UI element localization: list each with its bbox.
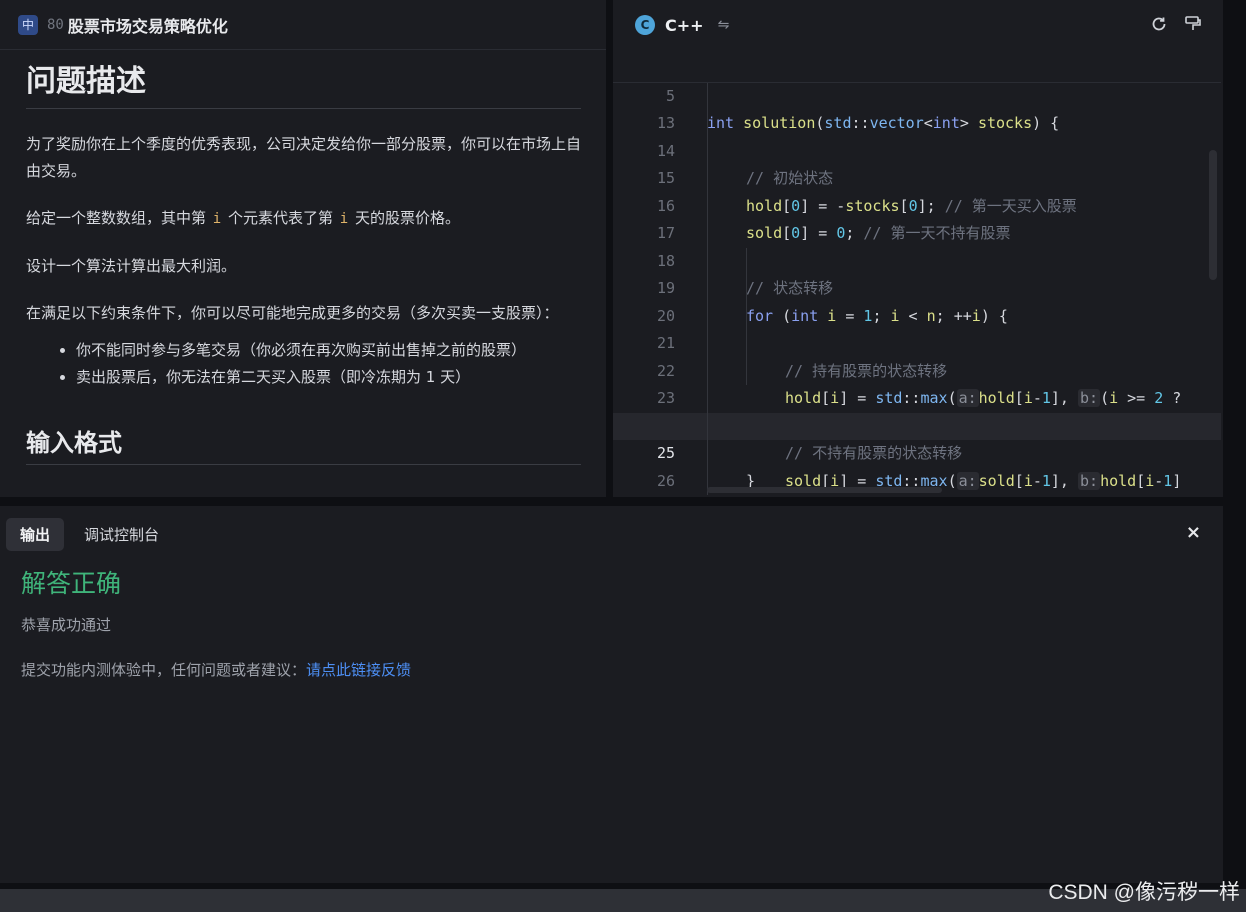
description-paragraph-3: 设计一个算法计算出最大利润。 [26,257,237,275]
horizontal-scrollbar[interactable] [707,487,942,493]
refresh-icon-svg [1152,17,1166,31]
feedback-text: 提交功能内测体验中，任何问题或者建议： [21,661,307,679]
format-icon[interactable] [1182,13,1204,35]
indent-guide [707,275,708,303]
code-line[interactable]: 21 [613,302,1221,352]
result-message: 恭喜成功通过 [21,616,112,634]
problem-description: 问题描述 为了奖励你在上个季度的优秀表现，公司决定发给你一部分股票，你可以在市场… [0,50,606,465]
code-line[interactable]: 24 } [613,385,1221,490]
close-icon[interactable]: × [1186,522,1201,543]
indent-guide [746,302,747,330]
indent-guide [707,110,708,138]
result-status: 解答正确 [21,569,122,598]
code-line-active[interactable]: 25 [613,412,1221,462]
indent-guide [746,275,747,303]
language-selector[interactable]: C++ [665,16,704,35]
code-line[interactable]: 13 // 初始状态 [613,82,1221,187]
constraint-item: 卖出股票后，你无法在第二天买入股票（即冷冻期为 1 天） [76,364,580,391]
indent-guide [746,357,747,385]
description-heading: 问题描述 [26,56,581,109]
inline-code-i: i [339,211,349,227]
language-badge-icon[interactable]: 中 [18,14,38,35]
description-paragraph-1: 为了奖励你在上个季度的优秀表现，公司决定发给你一部分股票，你可以在市场上自由交易… [26,135,582,180]
code-line[interactable]: 19 // 持有股票的状态转移 [613,247,1221,380]
description-paragraph-2: 给定一个整数数组，其中第 i 个元素代表了第 i 天的股票价格。 [26,205,581,233]
code-line[interactable]: 17 // 状态转移 [613,192,1221,297]
code-editor[interactable]: 5 int solution(std::vector<int> stocks) … [613,55,1221,497]
description-paragraph-4: 在满足以下约束条件下，你可以尽可能地完成更多的交易（多次买卖一支股票）： [26,304,559,322]
code-line[interactable]: 22 // 不持有股票的状态转移 [613,330,1221,462]
output-panel: 输出 调试控制台 × 解答正确 恭喜成功通过 提交功能内测体验中，任何问题或者建… [0,506,1223,883]
indent-guide [707,192,708,220]
sticky-scroll-line[interactable]: 5 int solution(std::vector<int> stocks) … [613,55,1221,132]
indent-guide [707,357,708,385]
indent-guide [707,440,708,468]
question-title: 股票市场交易策略优化 [67,16,228,36]
indent-guide [707,385,708,413]
indent-guide [707,82,708,110]
refresh-icon[interactable] [1148,13,1170,35]
text-fragment: 给定一个整数数组，其中第 [26,209,211,227]
code-line[interactable]: 14 hold[0] = -stocks[0]; // 第一天买入股票 [613,110,1221,215]
input-format-heading: 输入格式 [26,423,581,465]
code-line[interactable]: 15 sold[0] = 0; // 第一天不持有股票 [613,137,1221,242]
text-fragment: 个元素代表了第 [223,209,338,227]
indent-guide [746,247,747,275]
code-line[interactable]: 16 [613,165,1221,215]
inline-code-i: i [212,211,222,227]
indent-guide [707,302,708,330]
constraint-item: 你不能同时参与多笔交易（你必须在再次购买前出售掉之前的股票） [76,337,580,364]
constraints-list: 你不能同时参与多笔交易（你必须在再次购买前出售掉之前的股票） 卖出股票后，你无法… [76,337,580,391]
output-tab-bar: 输出 调试控制台 × [0,506,1223,562]
text-fragment: 天的股票价格。 [350,209,460,227]
code-line[interactable]: 18 for (int i = 1; i < n; ++i) { [613,220,1221,325]
feedback-link[interactable]: 请点此链接反馈 [306,661,411,679]
question-number: 80 [47,16,64,33]
indent-guide [707,137,708,165]
editor-header: C C++ ⇋ [613,0,1223,50]
tab-debug-console[interactable]: 调试控制台 [70,518,173,551]
indent-guide [707,330,708,358]
code-line[interactable]: 20 hold[i] = std::max(a: hold[i-1], b: (i … [613,275,1221,407]
indent-guide [707,220,708,248]
indent-guide [707,412,708,440]
problem-panel: 中 80 股票市场交易策略优化 问题描述 为了奖励你在上个季度的优秀表现，公司决… [0,0,606,497]
indent-guide [746,330,747,358]
problem-header: 中 80 股票市场交易策略优化 [0,0,606,50]
indent-guide [707,247,708,275]
cpp-language-icon: C [635,15,655,35]
indent-guide [707,165,708,193]
code-line[interactable]: 23 sold[i] = std::max(a: sold[i-1], b: hol… [613,357,1221,490]
format-icon-svg [1185,16,1201,30]
feedback-note: 提交功能内测体验中，任何问题或者建议：请点此链接反馈 [21,659,1223,680]
code-editor-panel: C C++ ⇋ 5 int solution(std::vector<int> … [613,0,1223,497]
vertical-scrollbar[interactable] [1209,150,1217,280]
line-number: 27 [613,495,675,497]
watermark: CSDN @像污秽一样 [1048,881,1240,904]
code-line[interactable]: 26 // 最终的最大利润是不持有股票的最大利润 [613,440,1221,490]
tab-output[interactable]: 输出 [6,517,65,551]
swap-language-icon[interactable]: ⇋ [718,17,730,33]
